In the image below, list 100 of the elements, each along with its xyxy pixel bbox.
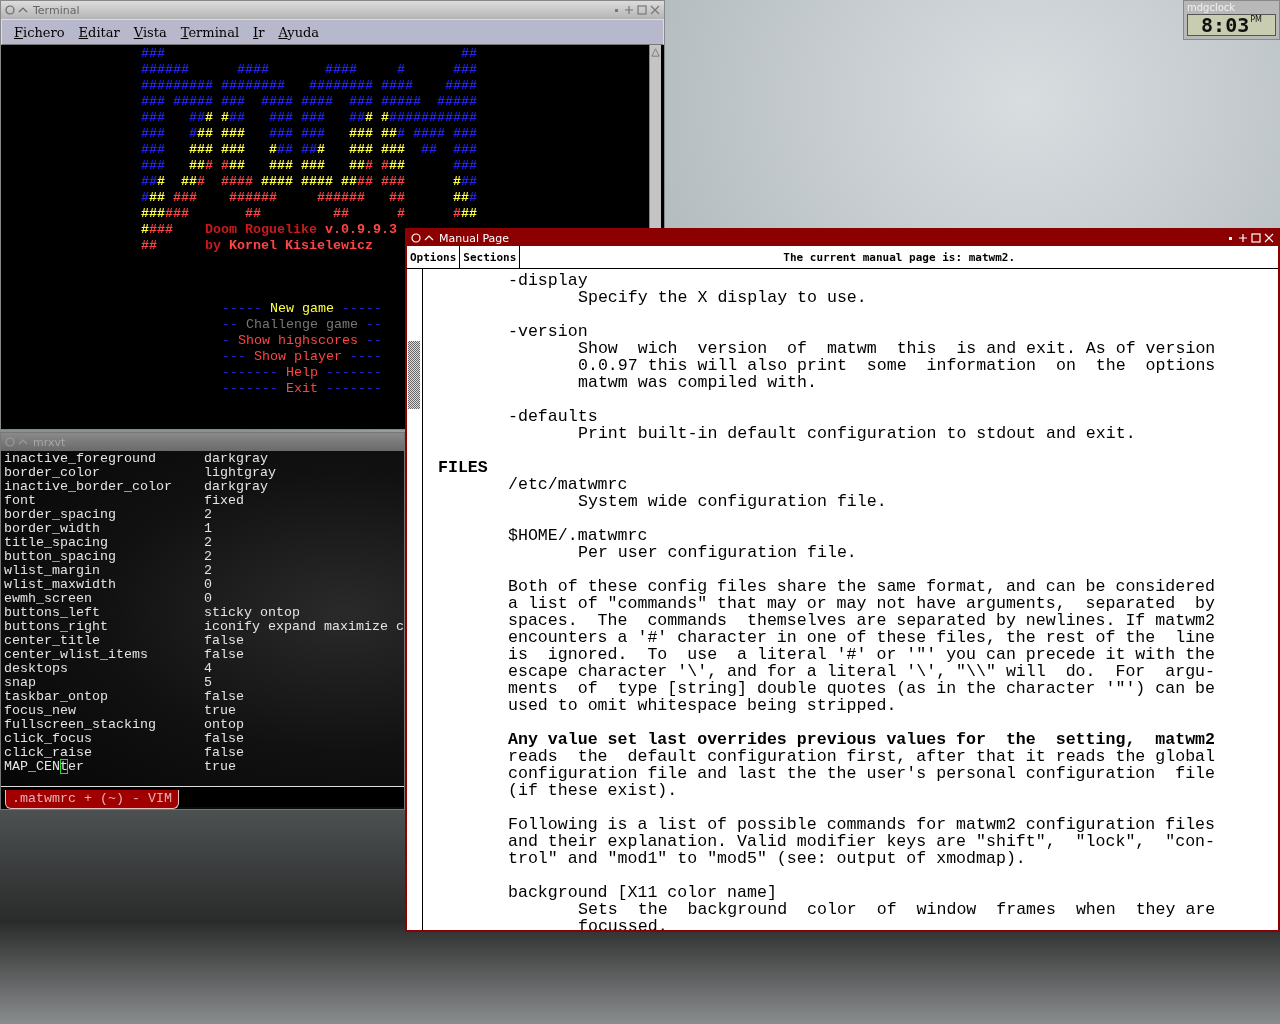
toolbar-button[interactable]: Sections	[460, 246, 521, 268]
config-key: click_raise	[4, 746, 204, 760]
status-text: The current manual page is: matwm2.	[782, 250, 1017, 264]
ascii-art-text: ### ##	[349, 126, 397, 141]
manual-text-line: -version	[508, 323, 589, 340]
game-menu-item[interactable]: Show player	[254, 349, 342, 364]
manual-text-line: Any value set last overrides previous values for the setting, matwm2	[508, 731, 1216, 748]
manual-text-line: (if these exist).	[508, 782, 679, 799]
clock-time: 8:03	[1201, 15, 1250, 35]
dash-leader: -----	[222, 301, 262, 316]
menu-item[interactable]: Fichero	[8, 23, 71, 41]
ascii-art-text: ##	[452, 190, 469, 205]
config-key: border_color	[4, 466, 204, 480]
manual-text-line: Show wich version of matwm this is and exit. As of version	[578, 340, 1217, 357]
scrollbar-thumb[interactable]	[408, 341, 420, 409]
circle-icon[interactable]	[5, 5, 15, 15]
ascii-art-text: ## ### ### ##	[229, 110, 365, 125]
ascii-art-text: ###	[141, 158, 166, 173]
config-key: ewmh_screen	[4, 592, 204, 606]
manual-text-line: a list of "commands" that may or may not have arguments, separated by	[508, 595, 1216, 612]
manual-text-line: matwm was compiled with.	[578, 374, 818, 391]
ascii-art-text: # #	[365, 110, 389, 125]
manual-text-line: 0.0.97 this will also print some information on the options	[578, 357, 1217, 374]
menu-item[interactable]: Ir	[247, 23, 271, 41]
ascii-art-text: ###########	[389, 110, 477, 125]
dash-leader: --	[365, 317, 382, 332]
dash-leader: -	[222, 333, 230, 348]
manual-text-line: Specify the X display to use.	[578, 289, 868, 306]
manual-text-line: background [X11 color name]	[508, 884, 778, 901]
config-key: font	[4, 494, 204, 508]
ascii-art-text: ### ###	[268, 126, 326, 141]
manual-text-line: Per user configuration file.	[578, 544, 858, 561]
ascii-art-text: ###	[141, 142, 166, 157]
game-menu-item[interactable]: New game	[270, 301, 334, 316]
ascii-art-text: ##	[389, 158, 405, 173]
window-title: Terminal	[33, 3, 80, 17]
config-value: 2	[204, 508, 213, 522]
ascii-art-text: #### #### ##	[260, 174, 357, 189]
dash-leader: -------	[222, 381, 278, 396]
scrollbar[interactable]	[649, 45, 661, 228]
ascii-art-text: ######### ######## ######## #### ####	[141, 78, 477, 93]
dash-leader: ----	[349, 349, 382, 364]
ascii-art-text: ###	[149, 222, 173, 237]
ascii-art-text: ## ##	[277, 142, 317, 157]
ascii-art-text: # #	[365, 158, 389, 173]
ascii-art-text: ### ##### ### #### #### ### ##### #####	[141, 94, 477, 109]
menu-item[interactable]: Terminal	[174, 23, 246, 41]
ascii-art-text: # #	[205, 110, 229, 125]
manual-text-line: -display	[508, 272, 589, 289]
dash-leader: --	[222, 317, 238, 332]
config-key: button_spacing	[4, 550, 204, 564]
scrollbar[interactable]	[407, 269, 423, 930]
ascii-art-text: ###### #### #### # ###	[141, 62, 477, 77]
ascii-art-text: ##	[460, 206, 477, 221]
ascii-art-text: ## ### ### ##	[229, 158, 365, 173]
config-key: MAP_CENter	[4, 760, 204, 774]
ascii-art-text: Doom Roguelike	[204, 222, 318, 237]
manual-text-line: reads the default configuration first, after that it reads the global	[508, 748, 1216, 765]
manual-text-line: Sets the background color of window frames when they are	[578, 901, 1217, 918]
config-key: wlist_margin	[4, 564, 204, 578]
config-value: iconify expand maximize c	[204, 620, 404, 634]
manual-text-line: Both of these config files share the same format, and can be considered	[508, 578, 1216, 595]
config-key: wlist_maxwidth	[4, 578, 204, 592]
config-key: focus_new	[4, 704, 204, 718]
ascii-art-text: # ### ###	[317, 142, 405, 157]
config-key: desktops	[4, 662, 204, 676]
config-value: darkgray	[204, 480, 269, 494]
manual-text-line: Print built-in default configuration to stdout and exit.	[578, 425, 1137, 442]
manual-text-line: trol" and "mod1" to "mod5" (see: output of xmodmap).	[508, 850, 1027, 867]
config-key: fullscreen_stacking	[4, 718, 204, 732]
game-menu-item[interactable]: Help	[286, 365, 318, 380]
ascii-art-text: ### ##	[141, 110, 205, 125]
config-key: buttons_right	[4, 620, 204, 634]
toolbar-button[interactable]: Options	[407, 246, 461, 268]
config-key: taskbar_ontop	[4, 690, 204, 704]
ascii-art-text: ##	[141, 238, 157, 253]
config-value: 2	[204, 564, 213, 578]
config-key: snap	[4, 676, 204, 690]
manual-text-line: Following is a list of possible commands for matwm2 configuration files	[508, 816, 1216, 833]
config-value: true	[204, 704, 237, 718]
config-value: lightgray	[204, 466, 277, 480]
ascii-art-text: ### ###### ###### ##	[172, 190, 406, 205]
dash-leader: -------	[222, 365, 278, 380]
game-menu-item[interactable]: Exit	[286, 381, 318, 396]
ascii-art-text: #	[141, 222, 149, 237]
caret-icon[interactable]	[424, 233, 434, 243]
dash-leader: -------	[325, 381, 382, 396]
window-title: mdgclock	[1187, 2, 1237, 14]
game-menu-item[interactable]: Show highscores	[238, 333, 358, 348]
ascii-art-text: # ##	[157, 174, 197, 189]
menu-item[interactable]: Editar	[72, 23, 126, 41]
menu-item[interactable]: Vista	[127, 23, 173, 41]
tab[interactable]: .matwmrc + (~) - VIM	[5, 789, 179, 809]
config-key: center_wlist_items	[4, 648, 204, 662]
up-arrow-icon[interactable]	[650, 47, 661, 58]
manual-text-line: escape character '\', and for a literal '\', "\\" will do. For argu-	[508, 663, 1216, 680]
ascii-art-text: ##	[461, 174, 477, 189]
dash-leader: -------	[325, 365, 382, 380]
menu-item[interactable]: Ayuda	[272, 23, 326, 41]
config-key: border_width	[4, 522, 204, 536]
